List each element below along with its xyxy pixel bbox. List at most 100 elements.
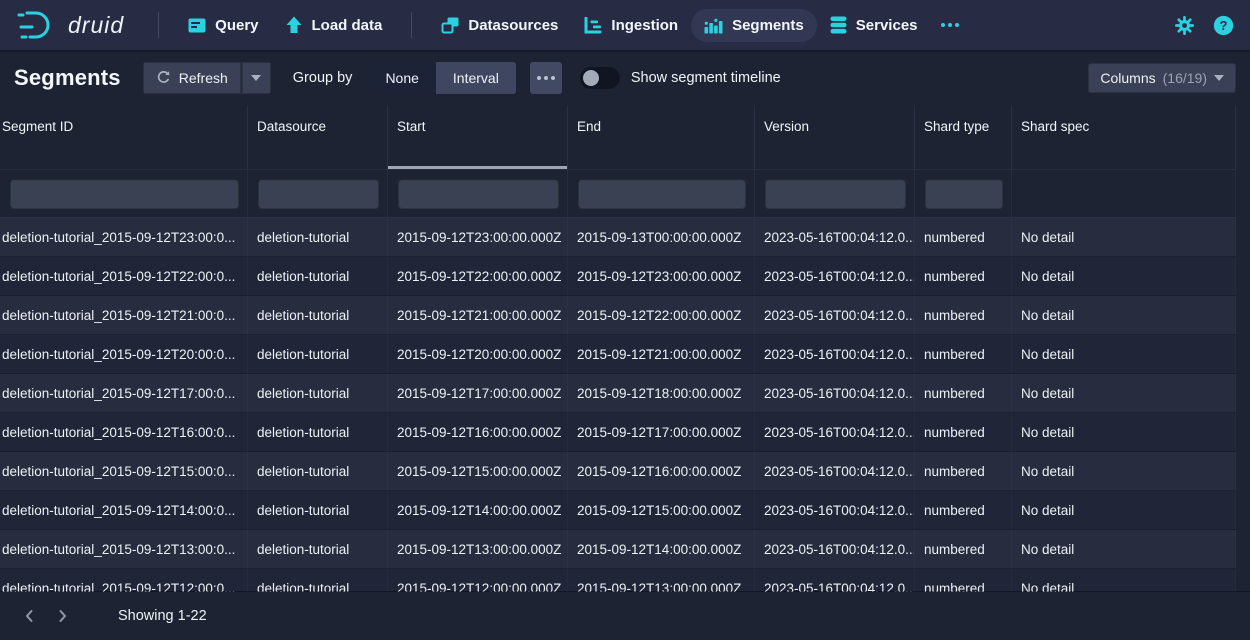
cell-datasource[interactable]: deletion-tutorial — [248, 257, 388, 295]
settings-button[interactable] — [1174, 15, 1195, 36]
toolbar-more-button[interactable] — [530, 62, 562, 94]
cell-end[interactable]: 2015-09-12T22:00:00.000Z — [568, 296, 755, 334]
cell-datasource[interactable]: deletion-tutorial — [248, 569, 388, 592]
cell-shard-spec[interactable]: No detail — [1012, 257, 1236, 295]
column-header-shard-spec[interactable]: Shard spec — [1012, 105, 1236, 169]
refresh-button[interactable]: Refresh — [143, 62, 241, 94]
column-header-shard-type[interactable]: Shard type — [915, 105, 1012, 169]
nav-more-button[interactable] — [931, 15, 969, 35]
brand[interactable]: druid — [14, 8, 124, 42]
table-row[interactable]: deletion-tutorial_2015-09-12T16:00:0...d… — [0, 413, 1236, 452]
columns-dropdown-button[interactable]: Columns (16/19) — [1088, 63, 1236, 93]
cell-shard-type[interactable]: numbered — [915, 257, 1012, 295]
cell-shard-type[interactable]: numbered — [915, 452, 1012, 490]
table-row[interactable]: deletion-tutorial_2015-09-12T23:00:0...d… — [0, 218, 1236, 257]
cell-version[interactable]: 2023-05-16T00:04:12.0... — [755, 374, 915, 412]
cell-version[interactable]: 2023-05-16T00:04:12.0... — [755, 491, 915, 529]
cell-version[interactable]: 2023-05-16T00:04:12.0... — [755, 569, 915, 592]
cell-version[interactable]: 2023-05-16T00:04:12.0... — [755, 335, 915, 373]
cell-segment-id[interactable]: deletion-tutorial_2015-09-12T14:00:0... — [0, 491, 248, 529]
nav-item-query[interactable]: Query — [175, 9, 271, 42]
cell-segment-id[interactable]: deletion-tutorial_2015-09-12T23:00:0... — [0, 218, 248, 256]
cell-datasource[interactable]: deletion-tutorial — [248, 491, 388, 529]
cell-segment-id[interactable]: deletion-tutorial_2015-09-12T21:00:0... — [0, 296, 248, 334]
cell-segment-id[interactable]: deletion-tutorial_2015-09-12T20:00:0... — [0, 335, 248, 373]
cell-version[interactable]: 2023-05-16T00:04:12.0... — [755, 218, 915, 256]
cell-end[interactable]: 2015-09-12T14:00:00.000Z — [568, 530, 755, 568]
cell-end[interactable]: 2015-09-12T15:00:00.000Z — [568, 491, 755, 529]
cell-start[interactable]: 2015-09-12T16:00:00.000Z — [388, 413, 568, 451]
cell-shard-spec[interactable]: No detail — [1012, 335, 1236, 373]
help-button[interactable]: ? — [1213, 15, 1234, 36]
refresh-interval-dropdown[interactable] — [241, 62, 271, 94]
column-header-start[interactable]: Start — [388, 105, 568, 169]
cell-shard-spec[interactable]: No detail — [1012, 452, 1236, 490]
table-row[interactable]: deletion-tutorial_2015-09-12T21:00:0...d… — [0, 296, 1236, 335]
cell-shard-type[interactable]: numbered — [915, 218, 1012, 256]
cell-shard-type[interactable]: numbered — [915, 374, 1012, 412]
cell-segment-id[interactable]: deletion-tutorial_2015-09-12T15:00:0... — [0, 452, 248, 490]
cell-segment-id[interactable]: deletion-tutorial_2015-09-12T13:00:0... — [0, 530, 248, 568]
nav-item-ingestion[interactable]: Ingestion — [571, 9, 691, 42]
cell-shard-spec[interactable]: No detail — [1012, 413, 1236, 451]
cell-datasource[interactable]: deletion-tutorial — [248, 218, 388, 256]
cell-version[interactable]: 2023-05-16T00:04:12.0... — [755, 296, 915, 334]
cell-shard-type[interactable]: numbered — [915, 335, 1012, 373]
cell-end[interactable]: 2015-09-12T17:00:00.000Z — [568, 413, 755, 451]
table-row[interactable]: deletion-tutorial_2015-09-12T20:00:0...d… — [0, 335, 1236, 374]
table-row[interactable]: deletion-tutorial_2015-09-12T13:00:0...d… — [0, 530, 1236, 569]
filter-input-start[interactable] — [398, 179, 559, 209]
cell-datasource[interactable]: deletion-tutorial — [248, 374, 388, 412]
group-by-none-button[interactable]: None — [368, 62, 435, 94]
table-row[interactable]: deletion-tutorial_2015-09-12T17:00:0...d… — [0, 374, 1236, 413]
filter-input-end[interactable] — [578, 179, 746, 209]
cell-start[interactable]: 2015-09-12T12:00:00.000Z — [388, 569, 568, 592]
cell-version[interactable]: 2023-05-16T00:04:12.0... — [755, 413, 915, 451]
cell-end[interactable]: 2015-09-12T13:00:00.000Z — [568, 569, 755, 592]
nav-item-services[interactable]: Services — [817, 8, 931, 42]
cell-start[interactable]: 2015-09-12T21:00:00.000Z — [388, 296, 568, 334]
cell-shard-type[interactable]: numbered — [915, 413, 1012, 451]
group-by-interval-button[interactable]: Interval — [436, 62, 516, 94]
cell-end[interactable]: 2015-09-12T16:00:00.000Z — [568, 452, 755, 490]
cell-segment-id[interactable]: deletion-tutorial_2015-09-12T22:00:0... — [0, 257, 248, 295]
column-header-segment-id[interactable]: Segment ID — [0, 105, 248, 169]
cell-end[interactable]: 2015-09-13T00:00:00.000Z — [568, 218, 755, 256]
next-page-button[interactable] — [48, 601, 78, 631]
filter-input-datasource[interactable] — [258, 179, 379, 209]
cell-shard-type[interactable]: numbered — [915, 296, 1012, 334]
cell-start[interactable]: 2015-09-12T14:00:00.000Z — [388, 491, 568, 529]
column-header-version[interactable]: Version — [755, 105, 915, 169]
cell-end[interactable]: 2015-09-12T23:00:00.000Z — [568, 257, 755, 295]
nav-item-segments[interactable]: Segments — [691, 9, 817, 42]
column-header-end[interactable]: End — [568, 105, 755, 169]
table-row[interactable]: deletion-tutorial_2015-09-12T12:00:0...d… — [0, 569, 1236, 592]
table-row[interactable]: deletion-tutorial_2015-09-12T14:00:0...d… — [0, 491, 1236, 530]
cell-shard-type[interactable]: numbered — [915, 569, 1012, 592]
cell-datasource[interactable]: deletion-tutorial — [248, 335, 388, 373]
cell-start[interactable]: 2015-09-12T13:00:00.000Z — [388, 530, 568, 568]
cell-end[interactable]: 2015-09-12T21:00:00.000Z — [568, 335, 755, 373]
cell-start[interactable]: 2015-09-12T15:00:00.000Z — [388, 452, 568, 490]
cell-shard-type[interactable]: numbered — [915, 530, 1012, 568]
filter-input-version[interactable] — [765, 179, 906, 209]
nav-item-load-data[interactable]: Load data — [272, 8, 396, 42]
nav-item-datasources[interactable]: Datasources — [428, 9, 571, 42]
cell-start[interactable]: 2015-09-12T17:00:00.000Z — [388, 374, 568, 412]
cell-datasource[interactable]: deletion-tutorial — [248, 530, 388, 568]
column-header-datasource[interactable]: Datasource — [248, 105, 388, 169]
cell-segment-id[interactable]: deletion-tutorial_2015-09-12T12:00:0... — [0, 569, 248, 592]
cell-version[interactable]: 2023-05-16T00:04:12.0... — [755, 530, 915, 568]
cell-shard-spec[interactable]: No detail — [1012, 374, 1236, 412]
table-row[interactable]: deletion-tutorial_2015-09-12T15:00:0...d… — [0, 452, 1236, 491]
segment-timeline-toggle[interactable] — [580, 67, 620, 89]
cell-start[interactable]: 2015-09-12T23:00:00.000Z — [388, 218, 568, 256]
cell-shard-spec[interactable]: No detail — [1012, 296, 1236, 334]
cell-start[interactable]: 2015-09-12T22:00:00.000Z — [388, 257, 568, 295]
cell-datasource[interactable]: deletion-tutorial — [248, 296, 388, 334]
prev-page-button[interactable] — [14, 601, 44, 631]
cell-segment-id[interactable]: deletion-tutorial_2015-09-12T17:00:0... — [0, 374, 248, 412]
cell-start[interactable]: 2015-09-12T20:00:00.000Z — [388, 335, 568, 373]
filter-input-segment-id[interactable] — [10, 179, 239, 209]
cell-segment-id[interactable]: deletion-tutorial_2015-09-12T16:00:0... — [0, 413, 248, 451]
